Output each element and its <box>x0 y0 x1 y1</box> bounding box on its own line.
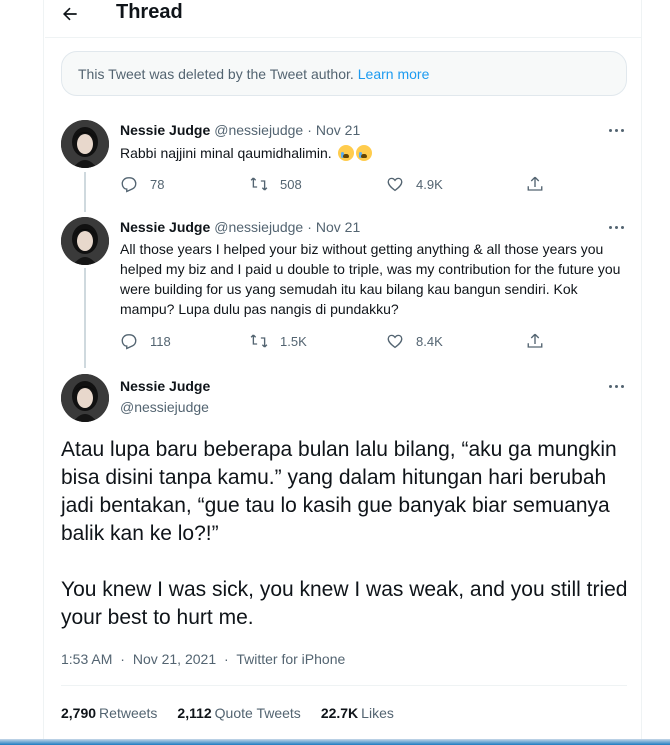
author-name[interactable]: Nessie Judge <box>120 219 210 235</box>
thread-column: Thread This Tweet was deleted by the Twe… <box>45 0 641 745</box>
thread-header: Thread <box>45 0 641 38</box>
like-count: 8.4K <box>416 333 443 349</box>
author-name[interactable]: Nessie Judge <box>120 122 210 138</box>
crying-emoji-icon <box>337 145 354 161</box>
tweet-text-content: Rabbi najjini minal qaumidhalimin. <box>120 145 332 161</box>
quote-tweets-label: Quote Tweets <box>214 705 301 721</box>
meta-separator: · <box>120 651 125 667</box>
learn-more-link[interactable]: Learn more <box>358 66 430 82</box>
author-handle[interactable]: @nessiejudge <box>214 219 303 235</box>
meta-separator: · <box>307 219 312 235</box>
quote-tweets-count: 2,112 <box>177 705 212 721</box>
author-handle[interactable]: @nessiejudge <box>120 399 209 415</box>
retweets-label: Retweets <box>99 705 158 721</box>
tweet-text: All those years I helped your biz withou… <box>120 241 621 317</box>
retweet-button[interactable]: 1.5K <box>250 332 307 350</box>
heart-icon <box>387 177 403 192</box>
divider <box>61 685 627 686</box>
likes-count: 22.7K <box>320 705 359 721</box>
back-arrow-icon[interactable] <box>59 3 81 25</box>
share-icon <box>527 176 543 191</box>
share-button[interactable] <box>526 332 544 350</box>
retweets-count: 2,790 <box>61 705 97 721</box>
more-options-icon[interactable] <box>605 124 627 136</box>
avatar[interactable] <box>61 120 109 168</box>
left-sidebar <box>0 0 44 745</box>
reply-button[interactable]: 78 <box>120 175 164 193</box>
tweet-time[interactable]: 1:53 AM <box>61 651 112 667</box>
retweet-count: 1.5K <box>280 333 307 349</box>
like-button[interactable]: 4.9K <box>386 175 443 193</box>
avatar[interactable] <box>61 374 109 422</box>
tweet-header: Nessie Judge @nessiejudge · Nov 21 <box>120 122 360 138</box>
reply-icon <box>121 334 137 350</box>
reply-count: 118 <box>150 333 171 349</box>
crying-emoji-icon <box>355 145 372 161</box>
tweet-date[interactable]: Nov 21 <box>316 122 360 138</box>
retweet-icon <box>250 177 268 191</box>
avatar[interactable] <box>61 217 109 265</box>
main-tweet-paragraph: You knew I was sick, you knew I was weak… <box>61 578 628 629</box>
reply-button[interactable]: 118 <box>120 332 171 350</box>
like-count: 4.9K <box>416 176 443 192</box>
right-sidebar <box>641 0 670 745</box>
meta-separator: · <box>224 651 229 667</box>
main-tweet-paragraph: Atau lupa baru beberapa bulan lalu bilan… <box>61 438 617 545</box>
reply-icon <box>121 177 137 193</box>
tweet-source[interactable]: Twitter for iPhone <box>236 651 345 667</box>
taskbar-edge <box>0 739 670 745</box>
meta-separator: · <box>307 122 312 138</box>
tweet-actions: 78 508 4.9K <box>120 175 543 195</box>
engagement-stats: 2,790 Retweets 2,112 Quote Tweets 22.7K Lik… <box>61 705 414 721</box>
tweet-date[interactable]: Nov 21 <box>316 219 360 235</box>
tweet-header: Nessie Judge @nessiejudge · Nov 21 <box>120 219 360 235</box>
tweet-text: Rabbi najjini minal qaumidhalimin. <box>120 143 630 163</box>
tweet-actions: 118 1.5K 8.4K <box>120 332 543 352</box>
retweet-icon <box>250 334 268 348</box>
retweets-stat[interactable]: 2,790 Retweets <box>61 705 157 721</box>
author-name[interactable]: Nessie Judge <box>120 378 210 394</box>
author-handle[interactable]: @nessiejudge <box>214 122 303 138</box>
thread-connector-line <box>84 268 86 368</box>
like-button[interactable]: 8.4K <box>386 332 443 350</box>
retweet-button[interactable]: 508 <box>250 175 302 193</box>
main-tweet-text: Atau lupa baru beberapa bulan lalu bilan… <box>61 436 631 660</box>
deleted-notice-text: This Tweet was deleted by the Tweet auth… <box>78 65 354 82</box>
likes-label: Likes <box>361 705 394 721</box>
page-title: Thread <box>116 1 183 23</box>
tweet-full-date[interactable]: Nov 21, 2021 <box>133 651 216 667</box>
more-options-icon[interactable] <box>605 221 627 233</box>
share-button[interactable] <box>526 175 544 193</box>
more-options-icon[interactable] <box>605 380 627 392</box>
thread-connector-line <box>84 172 86 212</box>
retweet-count: 508 <box>280 176 302 192</box>
share-icon <box>527 333 543 348</box>
quote-tweets-stat[interactable]: 2,112 Quote Tweets <box>177 705 300 721</box>
reply-count: 78 <box>150 176 165 192</box>
likes-stat[interactable]: 22.7K Likes <box>321 705 394 721</box>
heart-icon <box>387 334 403 349</box>
deleted-tweet-notice: This Tweet was deleted by the Tweet auth… <box>61 51 627 96</box>
tweet-timestamp: 1:53 AM · Nov 21, 2021 · Twitter for iPh… <box>61 651 345 667</box>
